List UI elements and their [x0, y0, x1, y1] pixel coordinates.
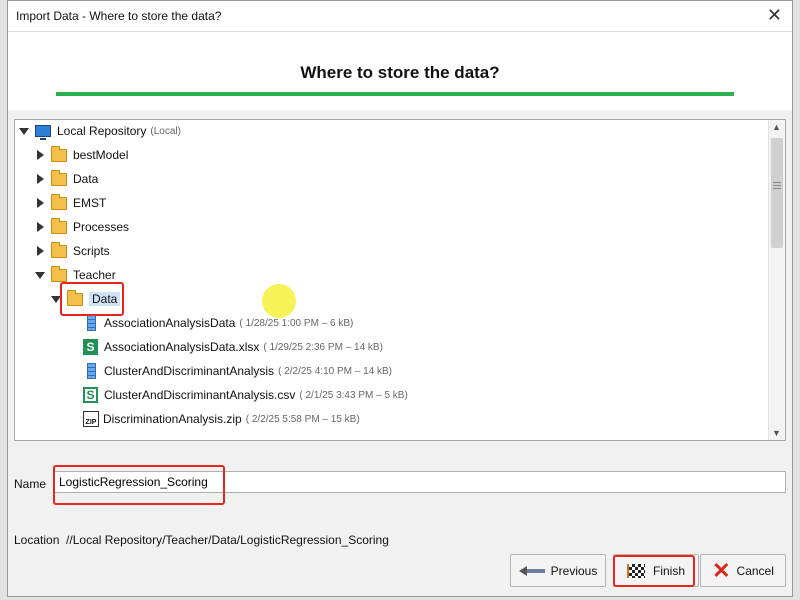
tree-root-local-repository[interactable]: Local Repository (Local) — [19, 120, 181, 142]
back-arrow-icon — [518, 565, 545, 576]
tree-item-label: ClusterAndDiscriminantAnalysis.csv — [104, 388, 296, 402]
collapse-icon[interactable] — [37, 150, 44, 160]
window-title: Import Data - Where to store the data? — [16, 9, 222, 23]
tree-item-label: Processes — [73, 220, 130, 234]
tree-folder-item[interactable]: Data — [37, 168, 98, 190]
cancel-x-icon: ✕ — [712, 557, 731, 583]
tree-item-label: AssociationAnalysisData — [104, 316, 236, 330]
tree-item-label: ClusterAndDiscriminantAnalysis — [104, 364, 275, 378]
tree-item-label: DiscriminationAnalysis.zip — [103, 412, 242, 426]
folder-icon — [67, 289, 83, 306]
finish-button[interactable]: Finish — [613, 554, 699, 587]
cursor-highlight — [262, 284, 296, 318]
tree-item-label: bestModel — [73, 148, 129, 162]
tree-file-item[interactable]: S ClusterAndDiscriminantAnalysis.csv ( 2… — [83, 384, 408, 406]
tree-item-label: Local Repository — [57, 124, 147, 138]
tree-item-label: Data — [73, 172, 99, 186]
scrollbar-thumb[interactable] — [771, 138, 783, 248]
tree-folder-item[interactable]: bestModel — [37, 144, 128, 166]
title-bar: Import Data - Where to store the data? ✕ — [8, 1, 792, 32]
scroll-up-icon[interactable]: ▲ — [772, 122, 781, 132]
close-icon[interactable]: ✕ — [767, 5, 782, 26]
collapse-icon[interactable] — [37, 198, 44, 208]
expand-icon[interactable] — [51, 295, 61, 303]
tree-item-label: Teacher — [73, 268, 116, 282]
tree-folder-item[interactable]: EMST — [37, 192, 106, 214]
tree-item-meta: (Local) — [150, 125, 181, 137]
cancel-label: Cancel — [736, 563, 774, 578]
folder-icon — [51, 241, 67, 258]
folder-icon — [51, 169, 67, 186]
folder-icon — [51, 217, 67, 234]
page-title: Where to store the data? — [300, 63, 500, 82]
database-icon — [87, 363, 96, 379]
folder-icon — [51, 145, 67, 162]
folder-icon — [51, 193, 67, 210]
repository-tree[interactable]: Local Repository (Local) bestModel Data … — [14, 119, 786, 441]
monitor-icon — [35, 125, 51, 140]
wizard-header: Where to store the data? — [8, 32, 792, 110]
location-label: Location — [14, 533, 60, 547]
tree-item-meta: ( 1/28/25 1:00 PM – 6 kB) — [239, 317, 354, 329]
previous-button[interactable]: Previous — [510, 554, 606, 587]
location-row: Location //Local Repository/Teacher/Data… — [14, 533, 389, 547]
name-input[interactable] — [54, 471, 786, 493]
spreadsheet-icon: S — [83, 339, 98, 355]
previous-label: Previous — [550, 563, 598, 578]
scroll-down-icon[interactable]: ▼ — [772, 428, 781, 438]
tree-folder-item[interactable]: Scripts — [37, 240, 110, 262]
tree-item-label: EMST — [73, 196, 107, 210]
zip-icon: ZIP — [83, 411, 99, 427]
tree-scrollbar[interactable]: ▲ ▼ — [768, 120, 785, 440]
tree-file-item[interactable]: S AssociationAnalysisData.xlsx ( 1/29/25… — [83, 336, 383, 358]
collapse-icon[interactable] — [37, 174, 44, 184]
tree-folder-teacher[interactable]: Teacher — [35, 264, 116, 286]
tree-item-label: Scripts — [73, 244, 110, 258]
tree-item-meta: ( 2/1/25 3:43 PM – 5 kB) — [299, 389, 408, 401]
cancel-button[interactable]: ✕ Cancel — [700, 554, 786, 587]
expand-icon[interactable] — [19, 127, 29, 135]
tree-file-item[interactable]: ZIP DiscriminationAnalysis.zip ( 2/2/25 … — [83, 408, 360, 430]
tree-item-meta: ( 2/2/25 5:58 PM – 15 kB) — [245, 413, 360, 425]
folder-icon — [51, 265, 67, 282]
tree-file-item[interactable]: ClusterAndDiscriminantAnalysis ( 2/2/25 … — [83, 360, 392, 382]
csv-icon: S — [83, 387, 98, 403]
database-icon — [87, 315, 96, 331]
grip-icon — [773, 182, 781, 189]
tree-item-label: AssociationAnalysisData.xlsx — [104, 340, 260, 354]
tree-folder-item[interactable]: Processes — [37, 216, 129, 238]
collapse-icon[interactable] — [37, 222, 44, 232]
name-label: Name — [14, 477, 47, 491]
collapse-icon[interactable] — [37, 246, 44, 256]
tree-file-item[interactable]: AssociationAnalysisData ( 1/28/25 1:00 P… — [83, 312, 353, 334]
progress-bar — [56, 92, 734, 96]
expand-icon[interactable] — [35, 271, 45, 279]
finish-label: Finish — [652, 563, 685, 578]
tree-item-meta: ( 2/2/25 4:10 PM – 14 kB) — [278, 365, 393, 377]
tree-item-meta: ( 1/29/25 2:36 PM – 14 kB) — [263, 341, 383, 353]
location-path: //Local Repository/Teacher/Data/Logistic… — [66, 533, 389, 547]
checkered-flag-icon — [626, 563, 645, 578]
import-data-dialog: Import Data - Where to store the data? ✕… — [7, 0, 793, 597]
tree-folder-data-selected[interactable]: Data — [51, 288, 121, 310]
tree-item-label: Data — [89, 292, 121, 306]
